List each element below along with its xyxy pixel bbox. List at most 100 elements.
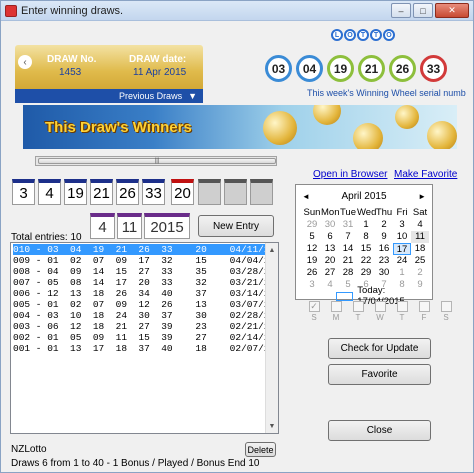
calendar-day[interactable]: 20	[321, 255, 339, 267]
calendar-day[interactable]: 8	[357, 231, 375, 243]
calendar-day[interactable]: 1	[393, 267, 411, 279]
calendar-day[interactable]: 23	[375, 255, 393, 267]
draw-date-label: DRAW date:	[129, 54, 187, 65]
check-for-update-button[interactable]: Check for Update	[328, 338, 431, 359]
today-marker-icon	[336, 291, 354, 301]
calendar-day[interactable]: 10	[393, 231, 411, 243]
calendar-day[interactable]: 21	[339, 255, 357, 267]
calendar-day[interactable]: 17	[393, 243, 411, 255]
list-item[interactable]: 002 - 01 05 09 11 15 39 27 02/14/2015	[13, 332, 278, 343]
checkbox-box[interactable]: ✓	[308, 301, 320, 312]
day-checkbox[interactable]: M	[329, 301, 343, 322]
calendar-day[interactable]: 26	[303, 267, 321, 279]
minimize-button[interactable]: –	[391, 3, 411, 18]
scroll-up-icon[interactable]: ▲	[266, 244, 278, 256]
day-checkbox[interactable]: F	[417, 301, 431, 322]
favorite-button[interactable]: Favorite	[328, 364, 431, 385]
checkbox-box[interactable]	[396, 301, 408, 312]
previous-draws-dropdown[interactable]: Previous Draws ▼	[15, 89, 203, 103]
extra-number-box[interactable]	[224, 179, 247, 205]
calendar-day[interactable]: 25	[411, 255, 429, 267]
entry-number-box[interactable]: 19	[64, 179, 87, 205]
day-checkbox[interactable]: T	[351, 301, 365, 322]
entries-listbox[interactable]: 010 - 03 04 19 21 26 33 20 04/11/2015 00…	[10, 242, 279, 434]
calendar-day[interactable]: 3	[393, 219, 411, 231]
winning-ball: 26	[389, 55, 416, 82]
day-checkbox[interactable]: S	[439, 301, 453, 322]
calendar-day[interactable]: 7	[339, 231, 357, 243]
list-item[interactable]: 003 - 06 12 18 21 27 39 23 02/21/2015	[13, 321, 278, 332]
list-item[interactable]: 009 - 01 02 07 09 17 32 15 04/04/2015	[13, 255, 278, 266]
calendar-day[interactable]: 14	[339, 243, 357, 255]
list-item[interactable]: 005 - 01 02 07 09 12 26 13 03/07/2015	[13, 299, 278, 310]
close-button[interactable]: Close	[328, 420, 431, 441]
extra-number-box[interactable]	[198, 179, 221, 205]
day-checkbox[interactable]: W	[373, 301, 387, 322]
calendar-day[interactable]: 9	[375, 231, 393, 243]
checkbox-box[interactable]	[330, 301, 342, 312]
calendar-day[interactable]: 29	[303, 219, 321, 231]
calendar-day[interactable]: 11	[411, 231, 429, 243]
calendar-day[interactable]: 16	[375, 243, 393, 255]
previous-month-icon[interactable]: ◄	[302, 192, 310, 201]
date-day-box[interactable]: 4	[90, 213, 115, 239]
previous-draw-arrow-icon[interactable]: ‹	[18, 55, 32, 69]
checkbox-label: T	[399, 313, 405, 322]
date-year-box[interactable]: 2015	[144, 213, 190, 239]
ball-decoration	[353, 123, 383, 149]
calendar-day[interactable]: 29	[357, 267, 375, 279]
calendar-day[interactable]: 27	[321, 267, 339, 279]
entry-number-box[interactable]: 3	[12, 179, 35, 205]
calendar-day[interactable]: 19	[303, 255, 321, 267]
maximize-button[interactable]: □	[413, 3, 433, 18]
list-item[interactable]: 007 - 05 08 14 17 20 33 32 03/21/2015	[13, 277, 278, 288]
checkbox-box[interactable]	[418, 301, 430, 312]
bonus-number-box[interactable]: 20	[171, 179, 194, 205]
calendar-day[interactable]: 18	[411, 243, 429, 255]
day-checkbox[interactable]: ✓ S	[307, 301, 321, 322]
new-entry-button[interactable]: New Entry	[198, 215, 274, 237]
entry-number-box[interactable]: 21	[90, 179, 113, 205]
calendar-day[interactable]: 24	[393, 255, 411, 267]
checkbox-box[interactable]	[374, 301, 386, 312]
month-calendar[interactable]: ◄ April 2015 ► Sun Mon Tue Wed Thu Fri Sat 29 30…	[295, 184, 433, 307]
list-item[interactable]: 001 - 01 13 17 18 37 40 18 02/07/2015	[13, 343, 278, 354]
make-favorite-link[interactable]: Make Favorite	[394, 169, 457, 180]
calendar-day[interactable]: 4	[411, 219, 429, 231]
entry-number-box[interactable]: 4	[38, 179, 61, 205]
checkbox-box[interactable]	[352, 301, 364, 312]
calendar-day[interactable]: 3	[303, 279, 321, 291]
close-window-button[interactable]: ✕	[435, 3, 469, 18]
date-month-box[interactable]: 11	[117, 213, 142, 239]
extra-number-box[interactable]	[250, 179, 273, 205]
calendar-day[interactable]: 2	[411, 267, 429, 279]
open-in-browser-link[interactable]: Open in Browser	[313, 169, 387, 180]
title-bar: Enter winning draws. – □ ✕	[1, 1, 473, 21]
scrollbar-thumb[interactable]: |||	[38, 158, 276, 164]
list-item[interactable]: 006 - 12 13 18 26 34 40 37 03/14/2015	[13, 288, 278, 299]
day-checkbox[interactable]: T	[395, 301, 409, 322]
calendar-day[interactable]: 13	[321, 243, 339, 255]
calendar-day[interactable]: 15	[357, 243, 375, 255]
vertical-scrollbar[interactable]: ▲ ▼	[265, 243, 278, 433]
calendar-day[interactable]: 22	[357, 255, 375, 267]
calendar-day[interactable]: 5	[303, 231, 321, 243]
calendar-day[interactable]: 30	[321, 219, 339, 231]
calendar-day[interactable]: 12	[303, 243, 321, 255]
calendar-day[interactable]: 2	[375, 219, 393, 231]
scroll-down-icon[interactable]: ▼	[266, 420, 278, 432]
list-item[interactable]: 004 - 03 10 18 24 30 37 30 02/28/2015	[13, 310, 278, 321]
calendar-day[interactable]: 30	[375, 267, 393, 279]
entry-number-box[interactable]: 26	[116, 179, 139, 205]
list-item[interactable]: 010 - 03 04 19 21 26 33 20 04/11/2015	[13, 244, 278, 255]
entry-number-box[interactable]: 33	[142, 179, 165, 205]
calendar-day[interactable]: 31	[339, 219, 357, 231]
delete-button[interactable]: Delete	[245, 442, 276, 457]
calendar-day[interactable]: 28	[339, 267, 357, 279]
list-item[interactable]: 008 - 04 09 14 15 27 33 35 03/28/2015	[13, 266, 278, 277]
checkbox-box[interactable]	[440, 301, 452, 312]
horizontal-scrollbar[interactable]: |||	[35, 156, 277, 166]
calendar-day[interactable]: 1	[357, 219, 375, 231]
next-month-icon[interactable]: ►	[418, 192, 426, 201]
calendar-day[interactable]: 6	[321, 231, 339, 243]
